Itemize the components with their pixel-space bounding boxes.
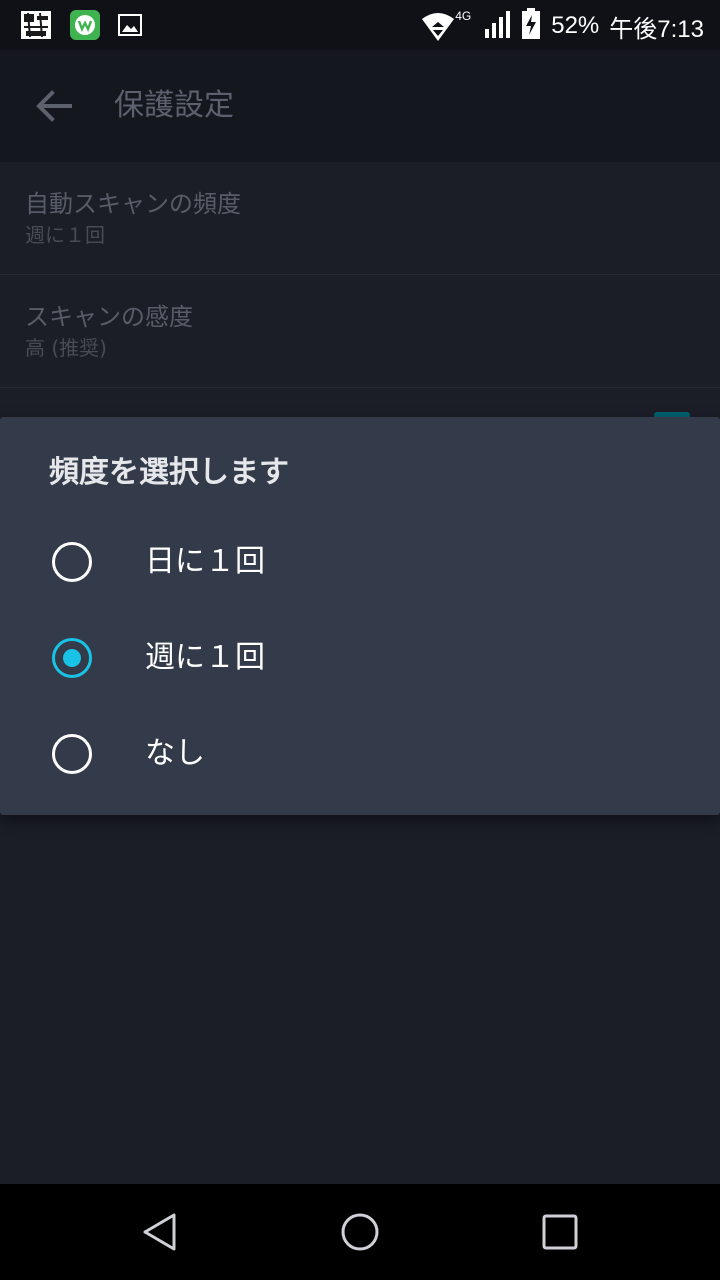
- battery-charging-icon: [521, 8, 541, 44]
- image-icon: [118, 13, 142, 41]
- setting-title: 自動スキャンの頻度: [25, 190, 241, 218]
- setting-value: 高 (推奨): [25, 336, 107, 360]
- option-label: 週に１回: [145, 640, 265, 675]
- home-circle-icon[interactable]: [340, 1212, 380, 1252]
- radio-button[interactable]: [52, 734, 92, 774]
- page-title: 保護設定: [114, 88, 234, 123]
- status-indicators: 4G 52% 午後7:13: [421, 8, 704, 44]
- radio-button-checked[interactable]: [52, 638, 92, 678]
- setting-value: 週に１回: [25, 223, 105, 247]
- wifi-icon: 4G: [421, 9, 473, 43]
- battery-percent: 52%: [551, 12, 600, 39]
- notification-icons: [20, 10, 142, 44]
- recents-square-icon[interactable]: [540, 1212, 580, 1252]
- setting-scan-sensitivity[interactable]: スキャンの感度 高 (推奨): [0, 275, 720, 388]
- option-label: 日に１回: [145, 544, 265, 579]
- screen: 4G 52% 午後7:13 保護設定 自動スキャンの頻度 週に１回 スキャンの感…: [0, 0, 720, 1280]
- frequency-dialog: 頻度を選択します 日に１回 週に１回 なし: [0, 417, 720, 815]
- settings-list: 自動スキャンの頻度 週に１回 スキャンの感度 高 (推奨): [0, 162, 720, 388]
- app-bar: 保護設定: [0, 50, 720, 162]
- signal-icon: [483, 9, 511, 43]
- network-type-label: 4G: [455, 9, 472, 23]
- back-triangle-icon[interactable]: [140, 1212, 180, 1252]
- dialog-title: 頻度を選択します: [49, 455, 289, 490]
- option-none[interactable]: なし: [0, 710, 720, 800]
- clock: 午後7:13: [609, 15, 704, 43]
- radio-button[interactable]: [52, 542, 92, 582]
- status-bar: 4G 52% 午後7:13: [0, 0, 720, 50]
- option-daily[interactable]: 日に１回: [0, 518, 720, 608]
- setting-title: スキャンの感度: [25, 303, 193, 331]
- option-weekly[interactable]: 週に１回: [0, 614, 720, 704]
- wv-app-icon: [70, 10, 100, 44]
- notification-app-icon: [20, 10, 52, 44]
- arrow-back-icon[interactable]: [34, 86, 74, 126]
- option-label: なし: [145, 736, 205, 771]
- navigation-bar: [0, 1184, 720, 1280]
- setting-scan-frequency[interactable]: 自動スキャンの頻度 週に１回: [0, 162, 720, 275]
